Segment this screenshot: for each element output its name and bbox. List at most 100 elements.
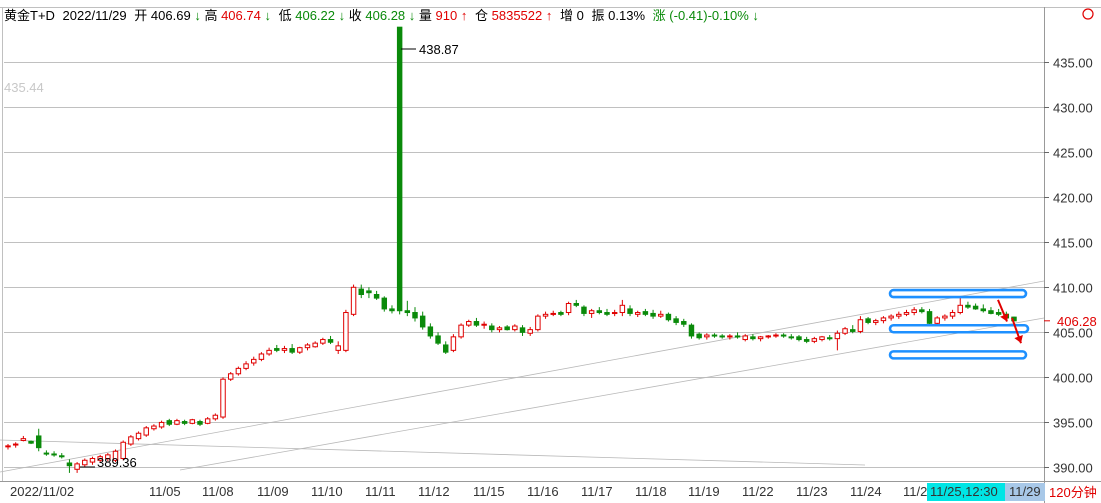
candle-body (803, 339, 810, 342)
candle-body (865, 318, 871, 323)
candle-body (880, 317, 887, 322)
candle-body (742, 335, 748, 341)
candle-body (750, 336, 756, 340)
period-label[interactable]: 120分钟 (1049, 485, 1097, 500)
candle-body (297, 347, 303, 353)
candle-body (12, 443, 19, 446)
x-label-14: 11/24 (850, 484, 882, 499)
candle-body (565, 303, 572, 314)
candle-body (550, 312, 556, 315)
candle-body (458, 324, 464, 338)
candle-body (581, 306, 587, 314)
candle (28, 440, 34, 445)
candle-body (819, 336, 825, 341)
candle-body (972, 305, 979, 310)
candle-body (389, 308, 395, 312)
candle-body (934, 317, 940, 324)
candle-body (43, 452, 50, 455)
candle-body (89, 457, 96, 463)
increase-label: 增 (560, 8, 573, 23)
candle-body (834, 332, 841, 340)
candle (235, 366, 242, 376)
candle-body (826, 337, 833, 340)
close-label: 收 (349, 8, 362, 23)
candle-body (596, 310, 603, 314)
candle-body (404, 310, 411, 314)
candle-body (642, 311, 649, 315)
candle (220, 377, 226, 419)
y-tick-label: 395.00 (1053, 416, 1093, 431)
position-label: 仓 (475, 8, 488, 23)
x-label-1: 11/05 (149, 484, 181, 499)
header-date: 2022/11/29 (63, 8, 127, 23)
candle-body (258, 353, 265, 360)
candle (350, 284, 357, 317)
last-date-label: 11/29 (1009, 484, 1041, 499)
candle (535, 314, 541, 332)
x-label-6: 11/12 (418, 484, 450, 499)
candle-body (780, 334, 787, 337)
candle-body (312, 342, 318, 348)
candle-body (20, 438, 27, 441)
candle-body (373, 294, 380, 299)
candle-body (28, 440, 34, 444)
candle-body (957, 304, 963, 314)
x-label-12: 11/22 (742, 484, 774, 499)
candle-body (396, 26, 403, 312)
x-label-13: 11/23 (796, 484, 828, 499)
candle-body (366, 290, 372, 294)
x-label-5: 11/11 (365, 484, 396, 499)
candle-body (627, 308, 633, 314)
candle-body (888, 315, 894, 319)
candle-body (519, 327, 526, 333)
candle-body (442, 344, 449, 353)
candle-body (251, 358, 257, 364)
candle-body (788, 336, 795, 339)
y-tick-label: 420.00 (1053, 191, 1093, 206)
candle-body (512, 325, 518, 331)
y-tick-label: 390.00 (1053, 461, 1093, 476)
y-tick-label: 410.00 (1053, 281, 1093, 296)
candle-body (274, 348, 280, 351)
candle (128, 435, 134, 446)
x-label-2: 11/08 (202, 484, 234, 499)
candle-body (919, 309, 925, 313)
candle-body (765, 335, 771, 338)
volume-value: 910 (436, 8, 458, 23)
candle (135, 431, 142, 441)
candle (227, 371, 234, 381)
candle-body (903, 312, 910, 315)
candle-body (82, 459, 88, 466)
instrument-name: 黄金T+D (4, 8, 55, 23)
candle-body (143, 427, 149, 436)
candle-body (857, 319, 864, 332)
y-tick-label: 435.00 (1053, 56, 1093, 71)
candle-body (419, 315, 426, 328)
y-tick-label: 425.00 (1053, 146, 1093, 161)
position-value: 5835522 (492, 8, 543, 23)
candle-body (158, 421, 165, 428)
candle-body (181, 421, 188, 424)
amplitude-label: 振 (592, 8, 605, 23)
candle (665, 312, 672, 322)
header-line: 黄金T+D 2022/11/29 开 406.69 ↓ 高 406.74 ↓ 低… (4, 8, 759, 23)
candle-body (166, 420, 172, 425)
candle-body (304, 344, 311, 349)
candle-body (704, 334, 710, 338)
close-arrow: ↓ (409, 8, 416, 23)
candle-body (949, 312, 956, 317)
candle-body (811, 338, 818, 342)
high-arrow: ↓ (264, 8, 271, 23)
candle-body (66, 462, 73, 467)
increase-value: 0 (577, 8, 584, 23)
candle-body (174, 420, 180, 425)
x-label-10: 11/18 (635, 484, 667, 499)
candle (396, 26, 403, 315)
candle-body (542, 313, 549, 317)
candle-body (427, 326, 434, 337)
candle-body (681, 321, 687, 325)
plot-frame (0, 0, 1101, 503)
candle-body (281, 348, 288, 351)
x-label-8: 11/16 (527, 484, 559, 499)
candle (934, 316, 940, 326)
